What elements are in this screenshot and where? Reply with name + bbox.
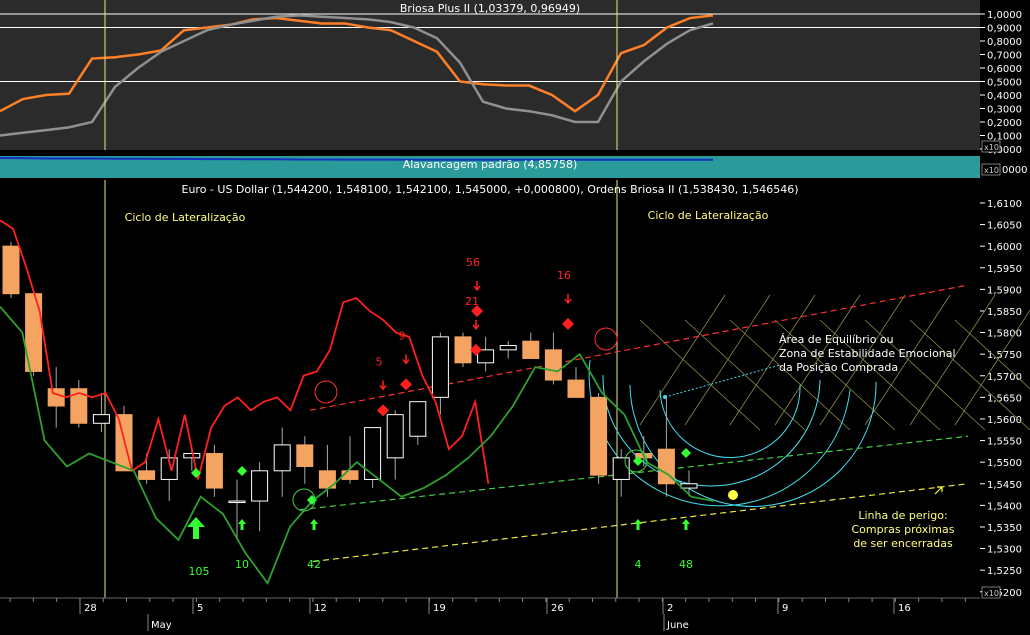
oscillator-tick-label: 0,9000 (987, 24, 1022, 35)
candle-up (431, 336, 449, 398)
oscillator-scale-text: x10 (984, 143, 999, 152)
equilibrium-text-line3: da Posição Comprada (779, 361, 898, 374)
month-label: June (666, 620, 689, 631)
candle-down (205, 453, 223, 489)
danger-text-line3: de ser encerradas (853, 537, 953, 550)
oscillator-tick-label: 0,2000 (987, 118, 1022, 129)
oscillator-plot-area (0, 0, 980, 150)
oscillator-tick-label: 0,6000 (987, 64, 1022, 75)
price-tick-label: 1,6000 (987, 242, 1022, 253)
candle-up (364, 427, 382, 480)
equilibrium-text-line2: Zona de Estabilidade Emocional (779, 347, 956, 360)
price-tick-label: 1,5900 (987, 285, 1022, 296)
buy-count-label: 42 (307, 558, 321, 571)
date-tick-label: 2 (667, 603, 673, 614)
sell-count-label: 16 (557, 269, 571, 282)
briosa-chart: 1,0000 0,9000 0,8000 0,7000 0,6000 0,5000 0,40… (0, 0, 1030, 631)
price-tick-label: 1,5350 (987, 523, 1022, 534)
oscillator-title: Briosa Plus II (1,03379, 0,96949) (400, 2, 580, 15)
candle-down (567, 379, 585, 398)
candle-up (612, 457, 630, 480)
date-tick-label: 28 (84, 603, 97, 614)
oscillator-tick-label: 0,5000 (987, 78, 1022, 89)
buy-count-label: 10 (235, 558, 249, 571)
oscillator-tick-label: 0,4000 (987, 91, 1022, 102)
date-tick-label: 12 (314, 603, 327, 614)
oscillator-tick-label: 1,0000 (987, 10, 1022, 21)
sell-count-label: 56 (466, 256, 480, 269)
price-tick-label: 1,6100 (987, 199, 1022, 210)
date-tick-label: 5 (197, 603, 203, 614)
price-tick-label: 1,5550 (987, 437, 1022, 448)
date-tick-label: 16 (898, 603, 911, 614)
price-tick-label: 1,5400 (987, 501, 1022, 512)
candle-down (296, 444, 314, 467)
price-tick-label: 1,5300 (987, 545, 1022, 556)
price-tick-label: 1,5850 (987, 307, 1022, 318)
oscillator-tick-label: 0,7000 (987, 51, 1022, 62)
candle-down (47, 388, 65, 407)
price-tick-label: 1,5700 (987, 372, 1022, 383)
candle (590, 393, 608, 484)
buy-count-label: 4 (635, 558, 642, 571)
candle-down (522, 340, 540, 359)
oscillator-tick-label: 0,3000 (987, 105, 1022, 116)
candle-up (409, 401, 427, 437)
cycle-label-right: Ciclo de Lateralização (648, 209, 769, 222)
date-scale-text: x10 (984, 589, 999, 598)
candle-up (183, 453, 201, 459)
sell-count-label: 5 (376, 355, 383, 368)
price-tick-label: 1,5250 (987, 566, 1022, 577)
date-tick-label: 9 (782, 603, 788, 614)
equilibrium-text-line1: Área de Equilíbrio ou (779, 333, 894, 346)
leverage-axis-label: 0000 (1002, 165, 1027, 176)
leverage-title: Alavancagem padrão (4,85758) (403, 158, 578, 171)
price-title: Euro - US Dollar (1,544200, 1,548100, 1,… (182, 183, 799, 196)
candle-up (251, 470, 269, 502)
price-tick-label: 1,5750 (987, 350, 1022, 361)
candle-up (228, 500, 246, 504)
candle-up (386, 414, 404, 459)
price-tick-label: 1,5600 (987, 415, 1022, 426)
candle (454, 332, 472, 368)
candle-down (590, 396, 608, 476)
leverage-scale-text: x10 (984, 166, 999, 175)
oscillator-y-axis: 1,0000 0,9000 0,8000 0,7000 0,6000 0,5000 0,40… (980, 10, 1022, 156)
danger-text-line2: Compras próximas (851, 523, 954, 536)
price-tick-label: 1,5950 (987, 264, 1022, 275)
candle-down (138, 470, 156, 480)
candle-down (544, 349, 562, 381)
oscillator-tick-label: 0,8000 (987, 37, 1022, 48)
candle-down (454, 336, 472, 364)
candle-up (92, 414, 110, 424)
sell-count-label: 9 (399, 329, 406, 342)
oscillator-panel: 1,0000 0,9000 0,8000 0,7000 0,6000 0,5000 0,40… (0, 0, 1030, 156)
cycle-label-left: Ciclo de Lateralização (125, 211, 246, 224)
danger-text-line1: Linha de perigo: (858, 509, 947, 522)
candle-up (273, 444, 291, 472)
date-tick-label: 19 (433, 603, 446, 614)
chart-window: 1,0000 0,9000 0,8000 0,7000 0,6000 0,5000 0,40… (0, 0, 1030, 631)
candle-down (2, 245, 20, 295)
buy-count-label: 105 (189, 565, 210, 578)
yellow-dot (728, 490, 738, 500)
buy-count-label: 48 (679, 558, 693, 571)
candle-up (499, 345, 517, 351)
month-label: May (151, 620, 172, 631)
candle-up (680, 483, 698, 489)
date-tick-label: 26 (551, 603, 564, 614)
price-tick-label: 1,5450 (987, 480, 1022, 491)
price-tick-label: 1,5500 (987, 458, 1022, 469)
price-tick-label: 1,6050 (987, 221, 1022, 232)
candle (2, 241, 20, 298)
